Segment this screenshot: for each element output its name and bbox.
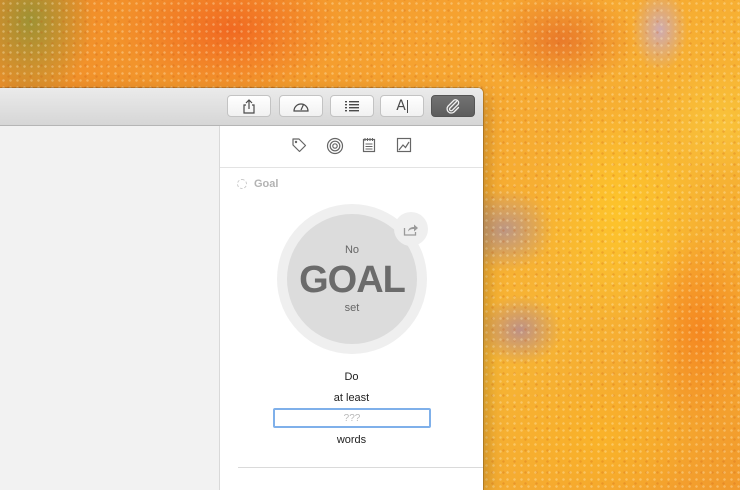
editor-area[interactable] <box>0 126 219 490</box>
tab-goals[interactable] <box>326 137 344 155</box>
image-icon <box>396 137 412 153</box>
export-icon <box>403 224 418 236</box>
tab-notes[interactable] <box>361 137 379 155</box>
goal-qualifier-label: at least <box>333 392 370 404</box>
cursor-bar <box>406 99 408 113</box>
tab-images[interactable] <box>396 137 414 155</box>
tab-keywords[interactable] <box>291 137 309 155</box>
divider <box>238 467 483 468</box>
export-goal-button[interactable] <box>394 212 428 246</box>
share-icon <box>243 98 255 114</box>
text-cursor-icon: A <box>396 98 406 114</box>
dashboard-button[interactable] <box>279 95 323 117</box>
list-icon <box>345 101 359 112</box>
speedometer-icon <box>293 102 309 112</box>
goal-unit-label: words <box>336 434 367 446</box>
goal-sidebar: Goal No GOAL set Do at least words <box>219 126 483 490</box>
outline-button[interactable] <box>330 95 374 117</box>
goal-header-label: Goal <box>254 178 279 190</box>
gauge-caption-top: No <box>344 244 360 256</box>
notepad-icon <box>362 138 376 153</box>
panel-tab-bar <box>220 126 483 168</box>
goal-prefix-label: Do <box>344 371 359 383</box>
goal-section-header: Goal <box>237 178 278 190</box>
typewriter-button[interactable]: A <box>380 95 424 117</box>
goal-progress-icon <box>237 179 247 189</box>
gauge-caption-bottom: set <box>344 302 360 314</box>
attachments-button[interactable] <box>431 95 475 117</box>
gauge-headline: GOAL <box>299 259 406 301</box>
target-icon <box>326 137 344 155</box>
word-count-input[interactable] <box>273 408 431 428</box>
paperclip-icon <box>446 99 460 114</box>
toolbar: A <box>0 88 483 126</box>
tag-icon <box>292 138 307 153</box>
app-window: A Goal No GOAL set Do at least ??? words <box>0 88 483 490</box>
share-button[interactable] <box>227 95 271 117</box>
